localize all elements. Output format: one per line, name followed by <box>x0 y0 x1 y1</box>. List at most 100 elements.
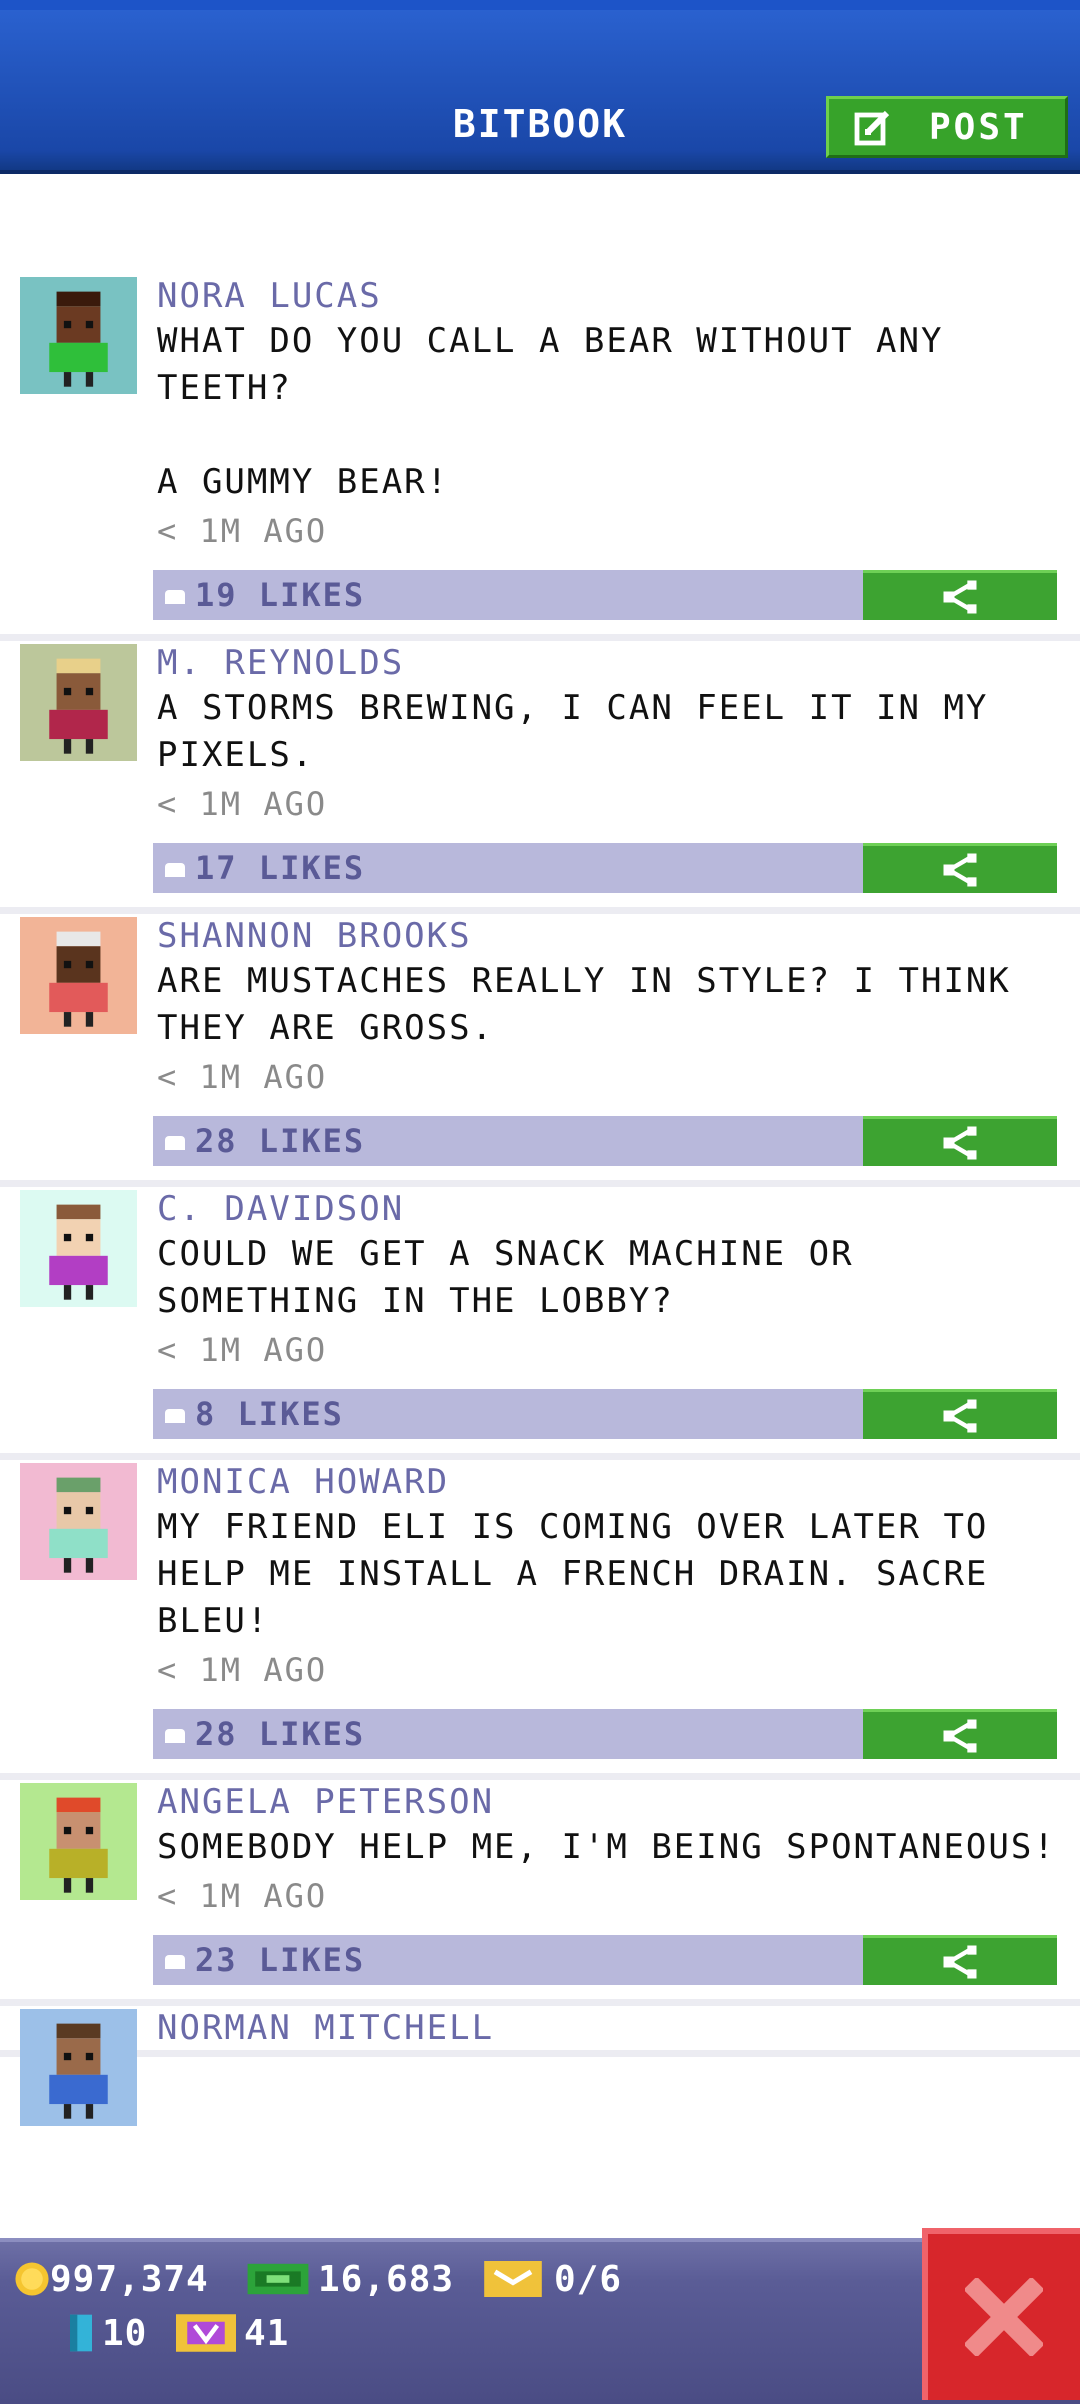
post-feed: NORA LUCAS WHAT DO YOU CALL A BEAR WITHO… <box>0 274 1080 2126</box>
post-content: NORMAN MITCHELL <box>157 2006 1080 2050</box>
feed-post: SHANNON BROOKS ARE MUSTACHES REALLY IN S… <box>0 914 1080 1187</box>
close-icon <box>965 2278 1043 2356</box>
post-author[interactable]: ANGELA PETERSON <box>157 1780 1060 1824</box>
post-time: < 1M AGO <box>157 1651 328 1689</box>
like-icon <box>165 863 185 877</box>
coins-stat: 997,374 <box>14 2254 209 2304</box>
like-icon <box>165 1409 185 1423</box>
bux-value: 16,683 <box>318 2258 455 2300</box>
post-text: WHAT DO YOU CALL A BEAR WITHOUT ANY TEET… <box>157 321 944 502</box>
like-bar: 8 LIKES <box>153 1389 1057 1439</box>
post-time: < 1M AGO <box>157 1331 328 1369</box>
avatar-image <box>20 1783 137 1900</box>
stat-four-value: 10 <box>102 2312 148 2354</box>
share-icon <box>943 580 977 613</box>
post-author[interactable]: SHANNON BROOKS <box>157 914 1060 958</box>
avatar-image <box>20 644 137 761</box>
like-button[interactable]: 17 LIKES <box>165 843 365 893</box>
post-time: < 1M AGO <box>157 1877 328 1915</box>
share-icon <box>943 1126 977 1159</box>
avatar-image <box>20 277 137 394</box>
avatar-image <box>20 2009 137 2126</box>
avatar[interactable] <box>20 2009 137 2126</box>
share-button[interactable] <box>863 1709 1057 1759</box>
bitizen-icon <box>70 2314 92 2352</box>
gem-ticket-icon <box>176 2314 236 2352</box>
stat-five: 41 <box>176 2308 289 2358</box>
like-button[interactable]: 28 LIKES <box>165 1116 365 1166</box>
stat-four: 10 <box>70 2308 147 2358</box>
like-bar: 17 LIKES <box>153 843 1057 893</box>
like-button[interactable]: 8 LIKES <box>165 1389 344 1439</box>
post-button-label: POST <box>929 106 1028 148</box>
post-content: MONICA HOWARD MY FRIEND ELI IS COMING OV… <box>153 1460 1080 1759</box>
avatar-image <box>20 1190 137 1307</box>
post-author[interactable]: NORA LUCAS <box>157 274 1060 318</box>
share-icon <box>943 853 977 886</box>
status-bar: 997,374 16,683 0/6 10 41 <box>0 2238 1080 2404</box>
like-bar: 28 LIKES <box>153 1709 1057 1759</box>
coin-icon <box>15 2262 49 2296</box>
tickets-value: 0/6 <box>554 2258 623 2300</box>
feed-post: M. REYNOLDS A STORMS BREWING, I CAN FEEL… <box>0 641 1080 914</box>
avatar[interactable] <box>20 1190 137 1307</box>
like-button[interactable]: 19 LIKES <box>165 570 365 620</box>
feed-post: NORMAN MITCHELL <box>0 2006 1080 2126</box>
like-button[interactable]: 28 LIKES <box>165 1709 365 1759</box>
avatar[interactable] <box>20 1463 137 1580</box>
feed-post: MONICA HOWARD MY FRIEND ELI IS COMING OV… <box>0 1460 1080 1780</box>
like-count: 19 LIKES <box>195 576 366 614</box>
share-icon <box>943 1945 977 1978</box>
share-button[interactable] <box>863 1935 1057 1985</box>
post-author[interactable]: M. REYNOLDS <box>157 641 1060 685</box>
like-count: 17 LIKES <box>195 849 366 887</box>
edit-icon <box>854 110 890 146</box>
like-count: 28 LIKES <box>195 1715 366 1753</box>
like-icon <box>165 1955 185 1969</box>
post-text: A STORMS BREWING, I CAN FEEL IT IN MY PI… <box>157 688 1011 775</box>
avatar[interactable] <box>20 917 137 1034</box>
avatar[interactable] <box>20 644 137 761</box>
ticket-icon <box>484 2261 542 2297</box>
tickets-stat: 0/6 <box>484 2254 622 2304</box>
close-button[interactable] <box>922 2228 1080 2400</box>
feed-post: NORA LUCAS WHAT DO YOU CALL A BEAR WITHO… <box>0 274 1080 641</box>
like-button[interactable]: 23 LIKES <box>165 1935 365 1985</box>
like-count: 8 LIKES <box>195 1395 344 1433</box>
share-button[interactable] <box>863 570 1057 620</box>
post-content: M. REYNOLDS A STORMS BREWING, I CAN FEEL… <box>153 641 1080 893</box>
share-button[interactable] <box>863 1389 1057 1439</box>
like-icon <box>165 590 185 604</box>
post-content: SHANNON BROOKS ARE MUSTACHES REALLY IN S… <box>153 914 1080 1166</box>
avatar[interactable] <box>20 1783 137 1900</box>
share-button[interactable] <box>863 1116 1057 1166</box>
like-count: 28 LIKES <box>195 1122 366 1160</box>
share-icon <box>943 1719 977 1752</box>
like-bar: 19 LIKES <box>153 570 1057 620</box>
avatar[interactable] <box>20 277 137 394</box>
bux-icon <box>247 2263 309 2295</box>
post-content: NORA LUCAS WHAT DO YOU CALL A BEAR WITHO… <box>153 274 1080 620</box>
like-bar: 23 LIKES <box>153 1935 1057 1985</box>
like-count: 23 LIKES <box>195 1941 366 1979</box>
like-icon <box>165 1729 185 1743</box>
share-icon <box>943 1399 977 1432</box>
like-icon <box>165 1136 185 1150</box>
post-author[interactable]: NORMAN MITCHELL <box>157 2006 1060 2050</box>
share-button[interactable] <box>863 843 1057 893</box>
post-content: C. DAVIDSON COULD WE GET A SNACK MACHINE… <box>153 1187 1080 1439</box>
avatar-image <box>20 1463 137 1580</box>
post-author[interactable]: C. DAVIDSON <box>157 1187 1060 1231</box>
like-bar: 28 LIKES <box>153 1116 1057 1166</box>
post-button[interactable]: POST <box>826 96 1068 158</box>
post-text: ARE MUSTACHES REALLY IN STYLE? I THINK T… <box>157 961 1034 1048</box>
post-time: < 1M AGO <box>157 785 328 823</box>
post-content: ANGELA PETERSON SOMEBODY HELP ME, I'M BE… <box>153 1780 1080 1985</box>
stat-five-value: 41 <box>244 2312 290 2354</box>
bux-stat: 16,683 <box>246 2254 454 2304</box>
post-time: < 1M AGO <box>157 1058 328 1096</box>
post-author[interactable]: MONICA HOWARD <box>157 1460 1060 1504</box>
feed-post: C. DAVIDSON COULD WE GET A SNACK MACHINE… <box>0 1187 1080 1460</box>
post-text: MY FRIEND ELI IS COMING OVER LATER TO HE… <box>157 1507 1011 1641</box>
post-text: COULD WE GET A SNACK MACHINE OR SOMETHIN… <box>157 1234 877 1321</box>
